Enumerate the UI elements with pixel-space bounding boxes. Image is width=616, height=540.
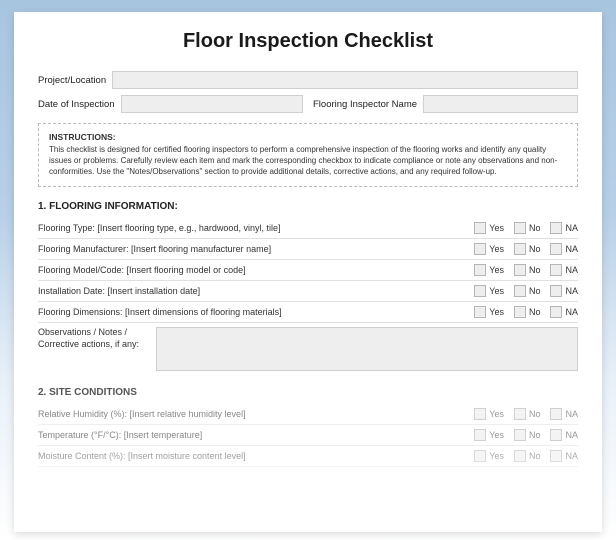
checklist-row: Relative Humidity (%): [Insert relative … [38,404,578,425]
date-of-inspection-label: Date of Inspection [38,99,115,110]
checkbox-yes[interactable] [474,306,486,318]
checklist-row: Installation Date: [Insert installation … [38,281,578,302]
date-of-inspection-input[interactable] [121,95,303,113]
section-1: 1. FLOORING INFORMATION: Flooring Type: … [38,201,578,371]
checkbox-no[interactable] [514,264,526,276]
check-na-label: NA [565,430,578,440]
check-yes-label: Yes [489,451,504,461]
instructions-body: This checklist is designed for certified… [49,145,567,177]
checklist-label: Relative Humidity (%): [Insert relative … [38,409,474,419]
checkbox-na[interactable] [550,450,562,462]
checkbox-na[interactable] [550,429,562,441]
check-na-label: NA [565,244,578,254]
checkbox-no[interactable] [514,408,526,420]
checkbox-na[interactable] [550,222,562,234]
instructions-box: INSTRUCTIONS: This checklist is designed… [38,123,578,187]
checkbox-no[interactable] [514,243,526,255]
checkbox-yes[interactable] [474,243,486,255]
checklist-row: Flooring Dimensions: [Insert dimensions … [38,302,578,323]
checkbox-no[interactable] [514,450,526,462]
checkbox-no[interactable] [514,429,526,441]
check-group: Yes No NA [474,243,578,255]
checkbox-na[interactable] [550,264,562,276]
check-group: Yes No NA [474,450,578,462]
check-na-label: NA [565,223,578,233]
section-2-heading: 2. SITE CONDITIONS [38,387,578,398]
check-yes-label: Yes [489,265,504,275]
notes-input[interactable] [156,327,578,371]
check-group: Yes No NA [474,306,578,318]
section-2: 2. SITE CONDITIONS Relative Humidity (%)… [38,387,578,467]
checklist-label: Flooring Type: [Insert flooring type, e.… [38,223,474,233]
checklist-label: Flooring Dimensions: [Insert dimensions … [38,307,474,317]
check-group: Yes No NA [474,285,578,297]
checkbox-yes[interactable] [474,429,486,441]
checklist-row: Flooring Model/Code: [Insert flooring mo… [38,260,578,281]
checklist-row: Moisture Content (%): [Insert moisture c… [38,446,578,467]
date-inspector-row: Date of Inspection Flooring Inspector Na… [38,95,578,113]
checkbox-no[interactable] [514,222,526,234]
check-no-label: No [529,286,541,296]
check-no-label: No [529,451,541,461]
checkbox-na[interactable] [550,408,562,420]
check-no-label: No [529,244,541,254]
checklist-row: Flooring Manufacturer: [Insert flooring … [38,239,578,260]
check-no-label: No [529,223,541,233]
check-yes-label: Yes [489,244,504,254]
checkbox-no[interactable] [514,285,526,297]
check-no-label: No [529,307,541,317]
check-no-label: No [529,265,541,275]
check-group: Yes No NA [474,264,578,276]
checkbox-no[interactable] [514,306,526,318]
inspector-name-input[interactable] [423,95,578,113]
inspector-name-label: Flooring Inspector Name [313,99,417,110]
checklist-label: Temperature (°F/°C): [Insert temperature… [38,430,474,440]
document-page: Floor Inspection Checklist Project/Locat… [14,12,602,532]
check-group: Yes No NA [474,222,578,234]
check-na-label: NA [565,265,578,275]
checklist-row: Flooring Type: [Insert flooring type, e.… [38,218,578,239]
check-na-label: NA [565,286,578,296]
check-yes-label: Yes [489,409,504,419]
check-group: Yes No NA [474,429,578,441]
check-yes-label: Yes [489,430,504,440]
section-1-heading: 1. FLOORING INFORMATION: [38,201,578,212]
check-group: Yes No NA [474,408,578,420]
checklist-label: Moisture Content (%): [Insert moisture c… [38,451,474,461]
checkbox-na[interactable] [550,285,562,297]
checklist-label: Flooring Manufacturer: [Insert flooring … [38,244,474,254]
check-yes-label: Yes [489,223,504,233]
checkbox-yes[interactable] [474,450,486,462]
project-location-input[interactable] [112,71,578,89]
checklist-row: Temperature (°F/°C): [Insert temperature… [38,425,578,446]
check-no-label: No [529,430,541,440]
check-yes-label: Yes [489,286,504,296]
project-location-label: Project/Location [38,75,106,86]
instructions-heading: INSTRUCTIONS: [49,132,567,143]
check-na-label: NA [565,307,578,317]
checkbox-na[interactable] [550,306,562,318]
check-na-label: NA [565,409,578,419]
page-title: Floor Inspection Checklist [38,30,578,53]
checkbox-yes[interactable] [474,222,486,234]
checklist-label: Flooring Model/Code: [Insert flooring mo… [38,265,474,275]
checklist-label: Installation Date: [Insert installation … [38,286,474,296]
checkbox-yes[interactable] [474,285,486,297]
check-na-label: NA [565,451,578,461]
check-no-label: No [529,409,541,419]
notes-label: Observations / Notes / Corrective action… [38,327,148,371]
project-location-row: Project/Location [38,71,578,89]
notes-row: Observations / Notes / Corrective action… [38,327,578,371]
checkbox-na[interactable] [550,243,562,255]
checkbox-yes[interactable] [474,408,486,420]
check-yes-label: Yes [489,307,504,317]
checkbox-yes[interactable] [474,264,486,276]
